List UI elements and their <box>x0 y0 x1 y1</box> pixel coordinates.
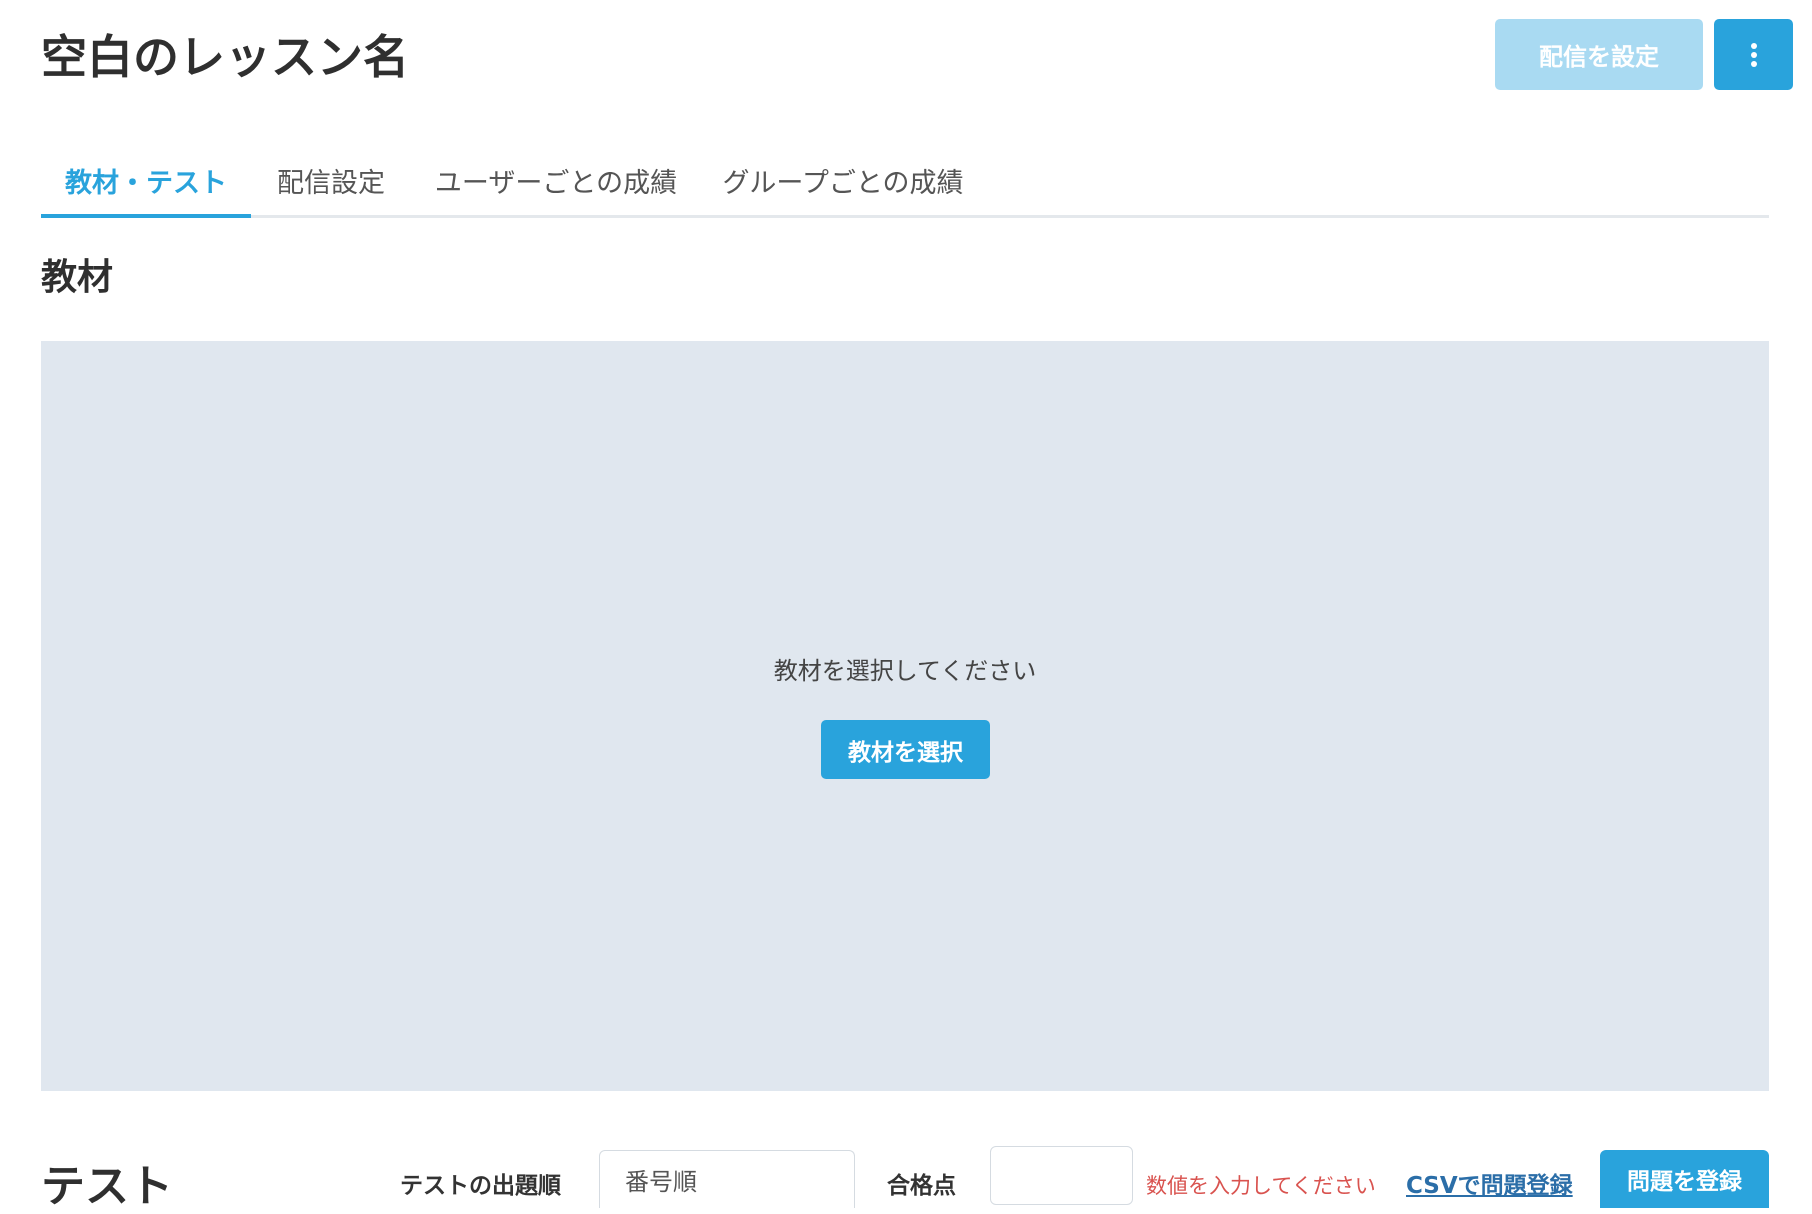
distribute-settings-button[interactable]: 配信を設定 <box>1495 19 1703 90</box>
materials-section-title: 教材 <box>41 257 114 298</box>
passing-score-error: 数値を入力してください <box>1146 1174 1376 1198</box>
question-order-select[interactable]: 番号順 <box>599 1150 855 1208</box>
select-material-button[interactable]: 教材を選択 <box>821 720 990 779</box>
tab-group-results[interactable]: グループごとの成績 <box>713 145 973 215</box>
register-question-button[interactable]: 問題を登録 <box>1600 1150 1769 1208</box>
tab-materials-test[interactable]: 教材・テスト <box>41 145 251 218</box>
vertical-ellipsis-icon <box>1750 42 1757 67</box>
page-title: 空白のレッスン名 <box>41 30 409 84</box>
tab-distribution-settings[interactable]: 配信設定 <box>261 145 401 215</box>
test-section-title: テスト <box>41 1161 173 1212</box>
tab-user-results[interactable]: ユーザーごとの成績 <box>426 145 686 215</box>
passing-score-label: 合格点 <box>887 1173 956 1199</box>
materials-empty-message: 教材を選択してください <box>773 657 1037 685</box>
passing-score-input[interactable] <box>990 1146 1133 1205</box>
tab-bar: 教材・テスト 配信設定 ユーザーごとの成績 グループごとの成績 <box>41 145 1769 218</box>
csv-import-link[interactable]: CSVで問題登録 <box>1406 1166 1573 1200</box>
materials-drop-area: 教材を選択してください 教材を選択 <box>41 341 1769 1091</box>
more-options-button[interactable] <box>1714 19 1793 90</box>
question-order-label: テストの出題順 <box>400 1173 561 1199</box>
